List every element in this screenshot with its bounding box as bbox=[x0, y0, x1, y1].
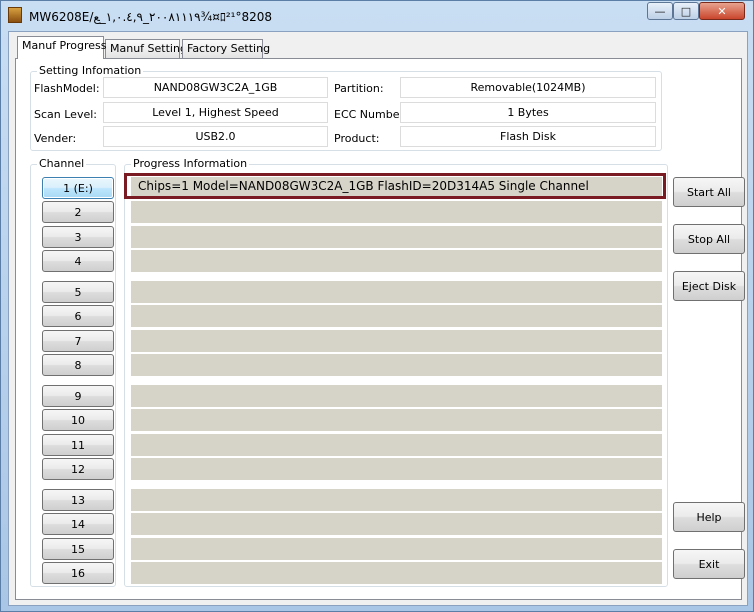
close-icon: ✕ bbox=[717, 4, 727, 18]
tab-manuf-progress[interactable]: Manuf Progress bbox=[17, 36, 107, 59]
channel-16-button[interactable]: 16 bbox=[42, 562, 114, 584]
progress-row-6 bbox=[131, 305, 662, 327]
scan-level-label: Scan Level: bbox=[34, 108, 97, 121]
ecc-number-label: ECC Number: bbox=[334, 108, 408, 121]
progress-row-11 bbox=[131, 434, 662, 456]
progress-row-14 bbox=[131, 513, 662, 535]
progress-row-2 bbox=[131, 201, 662, 223]
progress-row-12 bbox=[131, 458, 662, 480]
channel-8-button[interactable]: 8 bbox=[42, 354, 114, 376]
minimize-button[interactable]: — bbox=[647, 2, 673, 20]
channel-5-button[interactable]: 5 bbox=[42, 281, 114, 303]
progress-info-title: Progress Information bbox=[131, 157, 250, 170]
vender-field: USB2.0 bbox=[103, 126, 328, 147]
client-area: Manuf Progress Manuf Setting Factory Set… bbox=[8, 31, 748, 606]
flash-model-label: FlashModel: bbox=[34, 82, 100, 95]
exit-button[interactable]: Exit bbox=[673, 549, 745, 579]
app-icon bbox=[8, 7, 22, 23]
tab-factory-setting[interactable]: Factory Setting bbox=[182, 39, 270, 58]
tab-label: Factory Setting bbox=[187, 42, 271, 55]
channel-3-button[interactable]: 3 bbox=[42, 226, 114, 248]
progress-row-5 bbox=[131, 281, 662, 303]
start-all-button[interactable]: Start All bbox=[673, 177, 745, 207]
progress-row-16 bbox=[131, 562, 662, 584]
vender-label: Vender: bbox=[34, 132, 77, 145]
channel-13-button[interactable]: 13 bbox=[42, 489, 114, 511]
progress-row-15 bbox=[131, 538, 662, 560]
help-button[interactable]: Help bbox=[673, 502, 745, 532]
close-button[interactable]: ✕ bbox=[699, 2, 745, 20]
channel-9-button[interactable]: 9 bbox=[42, 385, 114, 407]
channel-6-button[interactable]: 6 bbox=[42, 305, 114, 327]
minimize-icon: — bbox=[654, 4, 666, 18]
maximize-button[interactable]: □ bbox=[673, 2, 699, 20]
product-label: Product: bbox=[334, 132, 380, 145]
channel-2-button[interactable]: 2 bbox=[42, 201, 114, 223]
progress-row-10 bbox=[131, 409, 662, 431]
scan-level-field: Level 1, Highest Speed bbox=[103, 102, 328, 123]
channel-12-button[interactable]: 12 bbox=[42, 458, 114, 480]
flash-model-field: NAND08GW3C2A_1GB bbox=[103, 77, 328, 98]
title-bar[interactable]: MW6208E/٢٠٠٨١١١٩_١,٠.٤,٩_ﻊ¾¤ﾛ²¹°8208 — □… bbox=[1, 1, 753, 29]
ecc-number-field: 1 Bytes bbox=[400, 102, 656, 123]
channel-7-button[interactable]: 7 bbox=[42, 330, 114, 352]
channel-11-button[interactable]: 11 bbox=[42, 434, 114, 456]
stop-all-button[interactable]: Stop All bbox=[673, 224, 745, 254]
manuf-progress-panel: Setting Infomation FlashModel: NAND08GW3… bbox=[15, 58, 745, 600]
channel-1-button[interactable]: 1 (E:) bbox=[42, 177, 114, 199]
channel-title: Channel bbox=[37, 157, 87, 170]
tab-manuf-setting[interactable]: Manuf Setting bbox=[105, 39, 187, 58]
progress-row-1-text: Chips=1 Model=NAND08GW3C2A_1GB FlashID=2… bbox=[138, 179, 589, 193]
tab-label: Manuf Progress bbox=[22, 39, 107, 52]
progress-row-3 bbox=[131, 226, 662, 248]
progress-row-7 bbox=[131, 330, 662, 352]
setting-info-title: Setting Infomation bbox=[37, 64, 144, 77]
progress-row-9 bbox=[131, 385, 662, 407]
app-window: MW6208E/٢٠٠٨١١١٩_١,٠.٤,٩_ﻊ¾¤ﾛ²¹°8208 — □… bbox=[0, 0, 754, 612]
channel-4-button[interactable]: 4 bbox=[42, 250, 114, 272]
product-field: Flash Disk bbox=[400, 126, 656, 147]
tab-label: Manuf Setting bbox=[110, 42, 187, 55]
channel-15-button[interactable]: 15 bbox=[42, 538, 114, 560]
channel-10-button[interactable]: 10 bbox=[42, 409, 114, 431]
progress-row-4 bbox=[131, 250, 662, 272]
progress-row-13 bbox=[131, 489, 662, 511]
maximize-icon: □ bbox=[680, 4, 692, 18]
eject-disk-button[interactable]: Eject Disk bbox=[673, 271, 745, 301]
partition-label: Partition: bbox=[334, 82, 384, 95]
progress-row-8 bbox=[131, 354, 662, 376]
partition-field: Removable(1024MB) bbox=[400, 77, 656, 98]
channel-14-button[interactable]: 14 bbox=[42, 513, 114, 535]
window-title: MW6208E/٢٠٠٨١١١٩_١,٠.٤,٩_ﻊ¾¤ﾛ²¹°8208 bbox=[29, 10, 273, 24]
